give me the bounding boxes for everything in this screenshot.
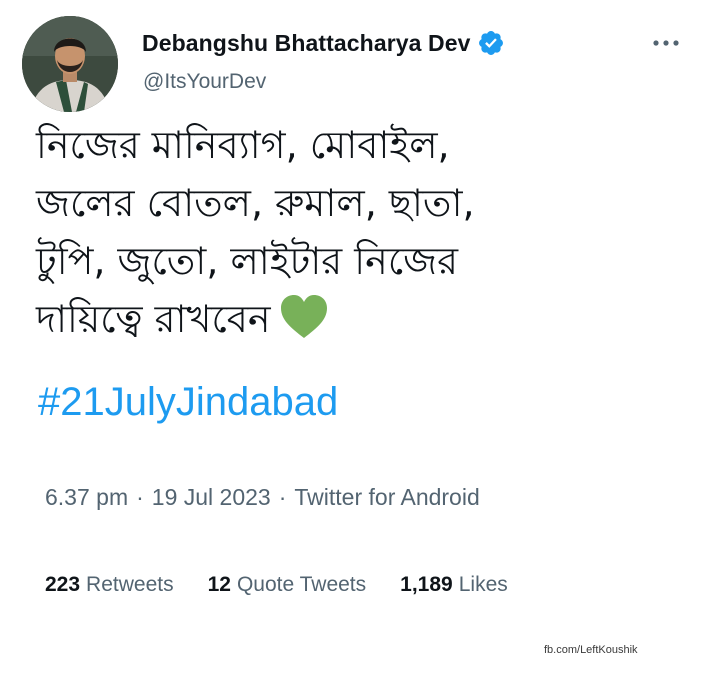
quote-tweets-label: Quote Tweets xyxy=(236,573,367,596)
author-name-row: Debangshu Bhattacharya Dev xyxy=(142,29,505,57)
tweet-text-line: জলের বোতল, রুমাল, ছাতা, xyxy=(36,181,475,225)
retweets-count: 223 xyxy=(45,573,81,596)
tweet-text-line: নিজের মানিব্যাগ, মোবাইল, xyxy=(36,123,450,167)
tweet-source[interactable]: Twitter for Android xyxy=(294,484,479,511)
tweet-text-line-last: দায়িত্বে রাখবেন xyxy=(36,290,656,348)
tweet-time[interactable]: 6.37 pm xyxy=(45,484,128,511)
tweet-stats: 223 Retweets 12 Quote Tweets 1,189 Likes xyxy=(45,573,508,597)
likes-count: 1,189 xyxy=(400,573,453,596)
tweet-text: নিজের মানিব্যাগ, মোবাইল, জলের বোতল, রুমা… xyxy=(36,116,656,348)
likes-label: Likes xyxy=(458,573,508,596)
retweets-label: Retweets xyxy=(86,573,174,596)
tweet-date[interactable]: 19 Jul 2023 xyxy=(152,484,271,511)
avatar-photo xyxy=(22,16,118,112)
author-display-name[interactable]: Debangshu Bhattacharya Dev xyxy=(142,30,471,57)
meta-separator: · xyxy=(136,484,144,510)
meta-separator: · xyxy=(278,484,287,510)
quote-tweets-count: 12 xyxy=(207,573,231,596)
tweet-text-line: টুপি, জুতো, লাইটার নিজের xyxy=(36,239,459,283)
author-handle[interactable]: @ItsYourDev xyxy=(143,70,266,94)
green-heart-icon xyxy=(279,294,329,340)
retweets-stat[interactable]: 223 Retweets xyxy=(45,573,174,597)
tweet-text-line-content: দায়িত্বে রাখবেন xyxy=(36,297,271,341)
quote-tweets-stat[interactable]: 12 Quote Tweets xyxy=(208,573,367,597)
verified-badge-icon xyxy=(477,29,505,57)
more-options-icon[interactable] xyxy=(651,36,681,48)
author-avatar[interactable] xyxy=(22,16,118,112)
likes-stat[interactable]: 1,189 Likes xyxy=(400,573,508,597)
hashtag-link[interactable]: #21JulyJindabad xyxy=(38,380,338,425)
watermark: fb.com/LeftKoushik xyxy=(544,644,638,656)
tweet-meta: 6.37 pm · 19 Jul 2023 · Twitter for Andr… xyxy=(45,484,480,511)
